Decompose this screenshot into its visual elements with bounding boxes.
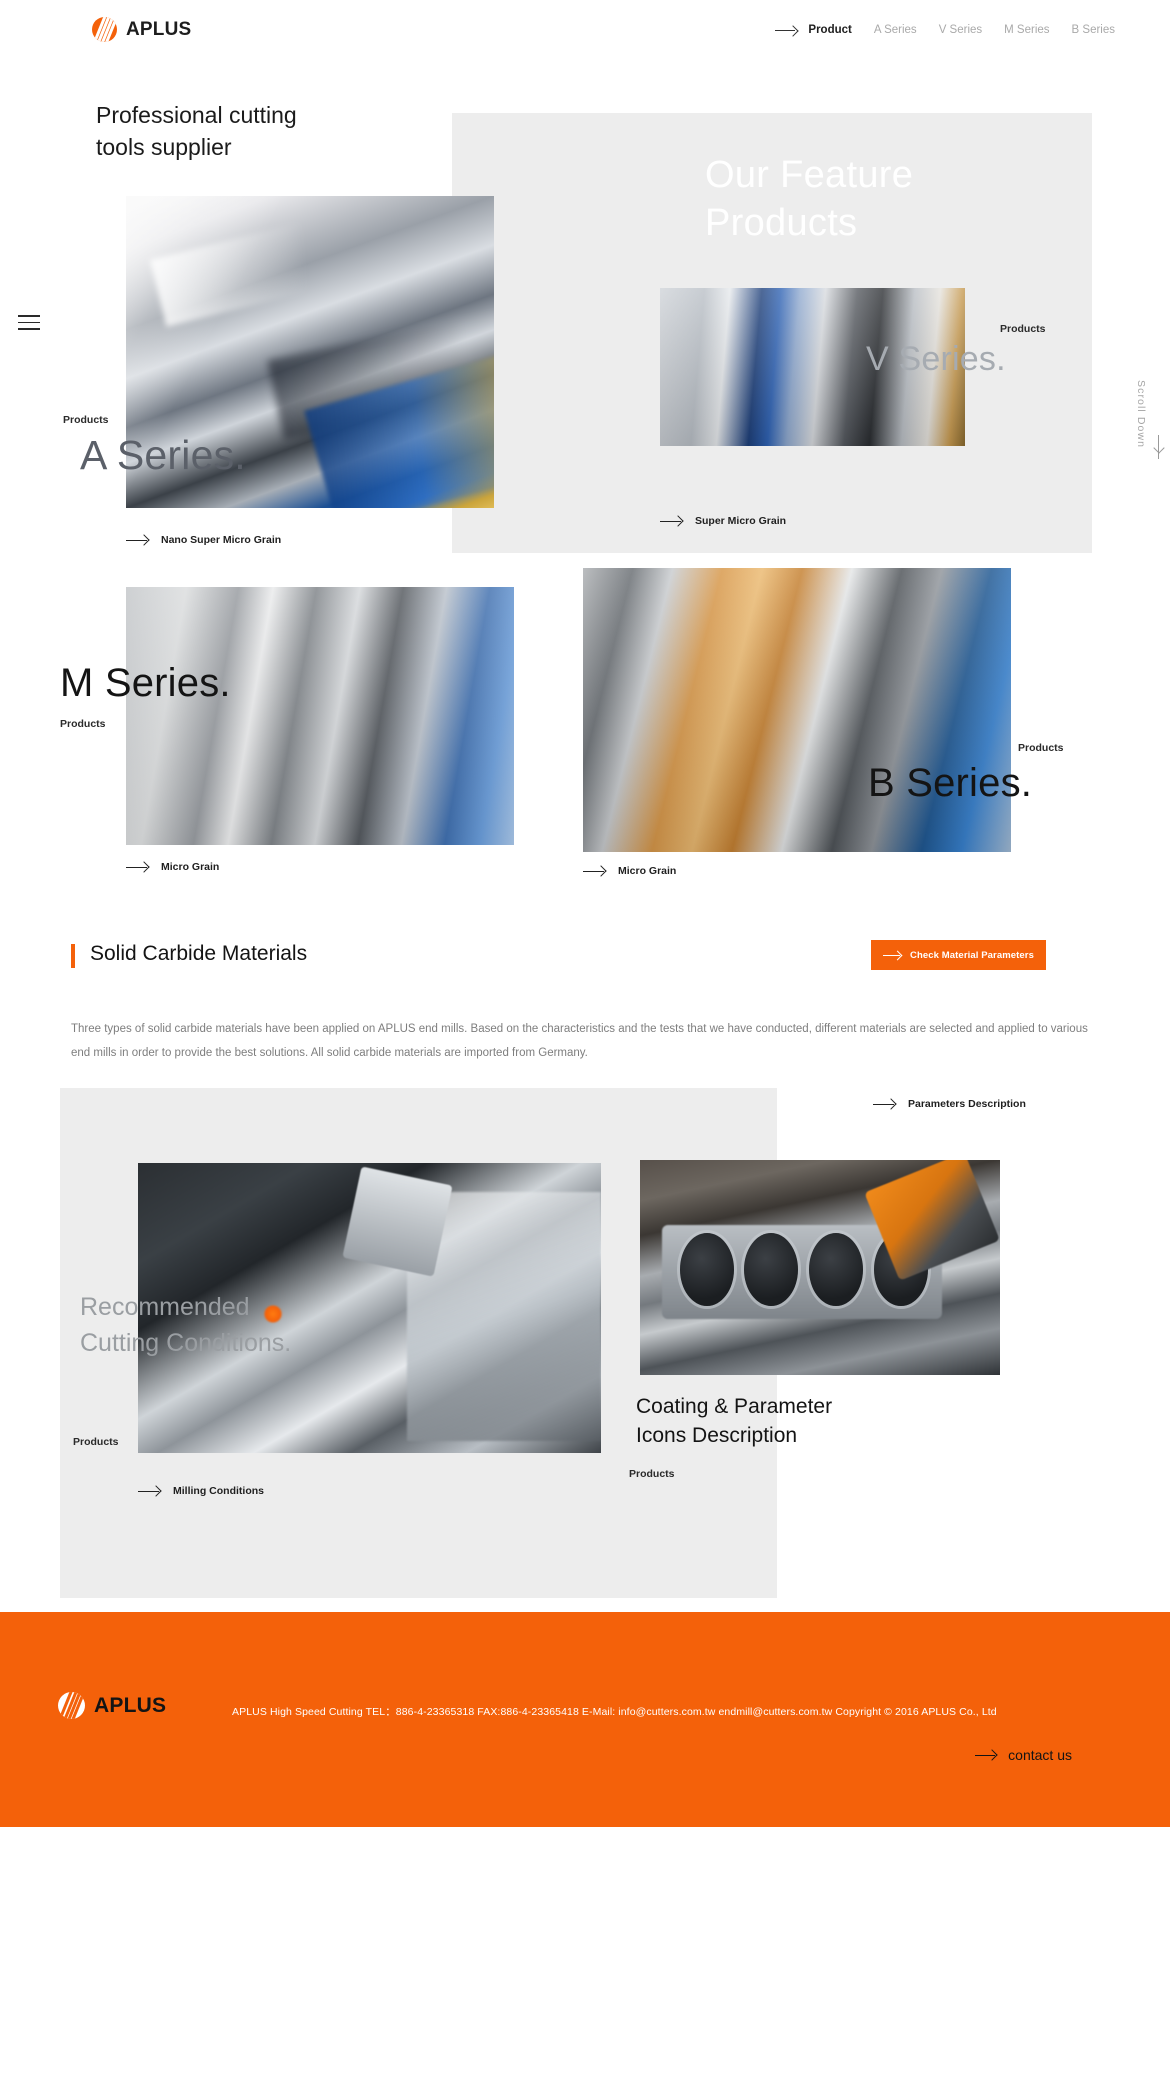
section-title-materials: Solid Carbide Materials (90, 942, 308, 965)
product-image-b-series (583, 568, 1011, 852)
footer-logo-text: APLUS (94, 1693, 167, 1717)
milling-conditions-link[interactable]: Milling Conditions (138, 1485, 264, 1497)
product-label-m-series: Products (60, 718, 106, 730)
site-header: APLUS Product A Series V Series M Series… (0, 0, 1170, 62)
product-link-label: Super Micro Grain (695, 515, 787, 527)
check-material-parameters-button[interactable]: Check Material Parameters (871, 940, 1046, 970)
product-link-m-series[interactable]: Micro Grain (126, 861, 219, 873)
arrow-right-icon (775, 25, 797, 36)
nav-item-product[interactable]: Product (808, 24, 851, 36)
coating-parameter-title: Coating & Parameter Icons Description (636, 1395, 833, 1447)
check-material-parameters-label: Check Material Parameters (910, 949, 1034, 961)
cutting-conditions-label: Products (73, 1436, 119, 1448)
product-link-a-series[interactable]: Nano Super Micro Grain (126, 534, 281, 546)
product-title-a-series: A Series. (80, 432, 246, 478)
arrow-right-icon (660, 516, 682, 526)
product-title-v-series: V Series. (866, 340, 1006, 378)
contact-us-label: contact us (1008, 1747, 1072, 1763)
scroll-down-label: Scroll Down (1135, 380, 1147, 449)
scroll-down-indicator[interactable]: Scroll Down (1132, 380, 1156, 453)
arrow-right-icon (138, 1486, 160, 1496)
site-footer: APLUS APLUS High Speed Cutting TEL：886-4… (0, 1612, 1170, 1827)
arrow-right-icon (126, 862, 148, 872)
aplus-logo-icon (92, 17, 117, 42)
page-root: APLUS Product A Series V Series M Series… (0, 0, 1170, 2099)
arrow-right-icon (126, 535, 148, 545)
footer-logo[interactable]: APLUS (58, 1692, 166, 1719)
materials-description: Three types of solid carbide materials h… (71, 1023, 1088, 1060)
contact-us-link[interactable]: contact us (975, 1747, 1072, 1763)
product-label-v-series: Products (1000, 323, 1046, 335)
nav-item-b-series[interactable]: B Series (1072, 24, 1115, 36)
page-title: Professional cutting tools supplier (96, 102, 297, 160)
product-label-b-series: Products (1018, 742, 1064, 754)
section-accent-bar (71, 944, 75, 968)
nav-item-m-series[interactable]: M Series (1004, 24, 1049, 36)
arrow-right-icon (883, 951, 901, 960)
cutting-conditions-title: Recommended Cutting Conditions. (80, 1293, 292, 1357)
product-link-label: Micro Grain (618, 865, 677, 877)
brand-logo-text: APLUS (126, 18, 192, 40)
nav-item-v-series[interactable]: V Series (939, 24, 982, 36)
feature-products-heading: Our Feature Products (705, 154, 914, 244)
hamburger-menu-icon[interactable] (18, 315, 40, 331)
milling-conditions-label: Milling Conditions (173, 1485, 264, 1497)
product-title-b-series: B Series. (868, 761, 1033, 805)
aplus-logo-icon (58, 1692, 85, 1719)
product-title-m-series: M Series. (60, 661, 231, 705)
product-label-a-series: Products (63, 414, 109, 426)
product-image-m-series (126, 587, 514, 845)
brand-logo[interactable]: APLUS (92, 17, 191, 42)
arrow-right-icon (583, 866, 605, 876)
nav-item-a-series[interactable]: A Series (874, 24, 917, 36)
coating-parameter-image (640, 1160, 1000, 1375)
coating-parameter-label: Products (629, 1468, 675, 1480)
product-link-label: Micro Grain (161, 861, 220, 873)
product-link-label: Nano Super Micro Grain (161, 534, 282, 546)
parameters-description-label: Parameters Description (908, 1098, 1026, 1110)
product-link-v-series[interactable]: Super Micro Grain (660, 515, 786, 527)
footer-contact-info: APLUS High Speed Cutting TEL：886-4-23365… (232, 1706, 997, 1718)
arrow-right-icon (873, 1099, 895, 1109)
parameters-description-link[interactable]: Parameters Description (873, 1098, 1026, 1110)
product-link-b-series[interactable]: Micro Grain (583, 865, 676, 877)
main-navigation: Product A Series V Series M Series B Ser… (775, 24, 1115, 36)
arrow-right-icon (975, 1750, 996, 1760)
